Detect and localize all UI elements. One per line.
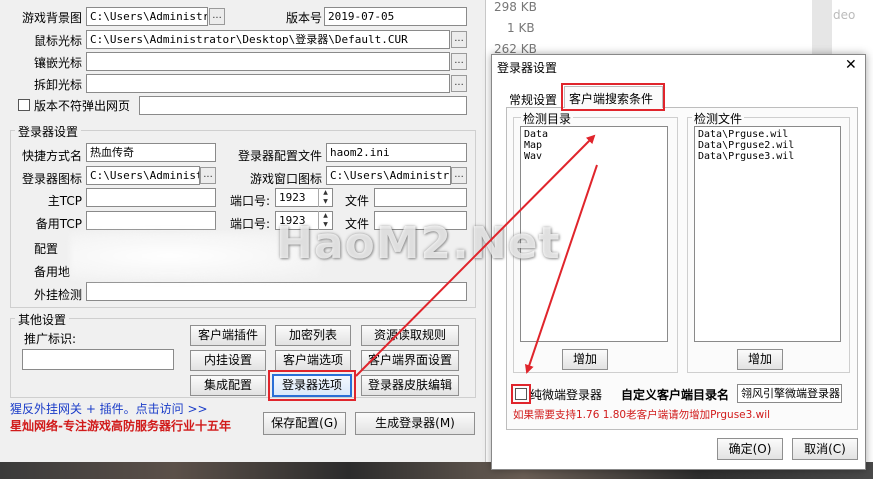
arrow-to-checkbox xyxy=(524,164,598,374)
arrow-to-tab xyxy=(355,134,596,377)
annotation-arrows xyxy=(355,134,598,377)
